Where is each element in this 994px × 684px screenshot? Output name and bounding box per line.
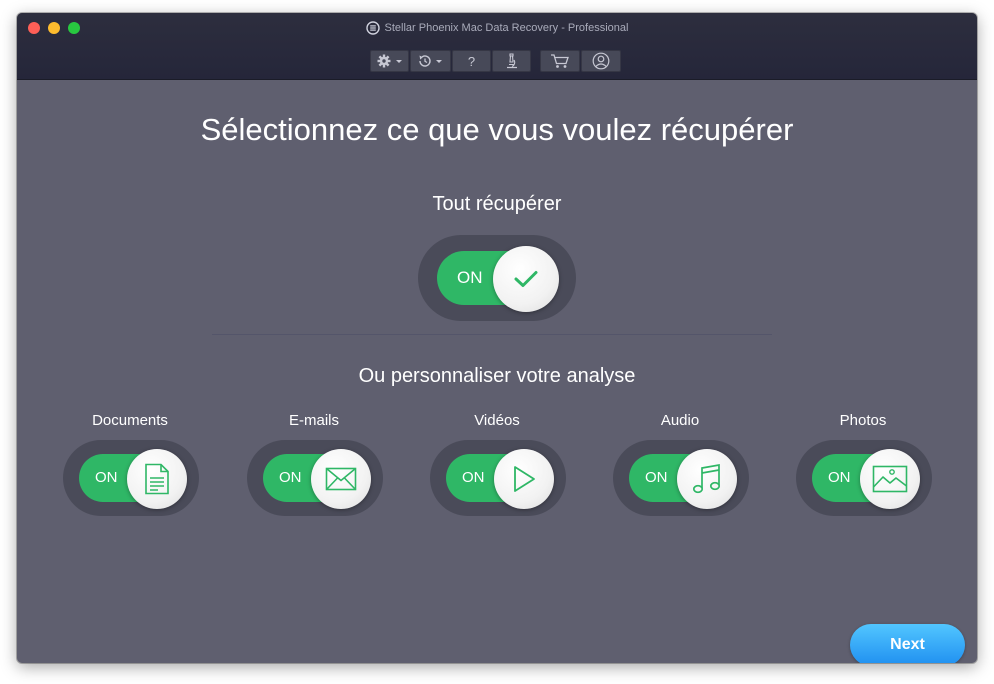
audio-toggle[interactable]: ON <box>613 440 749 516</box>
title-bar: Stellar Phoenix Mac Data Recovery - Prof… <box>17 13 977 80</box>
music-note-icon <box>692 463 721 494</box>
photos-toggle[interactable]: ON <box>796 440 932 516</box>
cart-button[interactable] <box>540 50 580 72</box>
window-title: Stellar Phoenix Mac Data Recovery - Prof… <box>17 20 977 36</box>
recover-all-toggle[interactable]: ON <box>418 235 576 321</box>
checkmark-icon <box>514 271 538 287</box>
documents-toggle[interactable]: ON <box>63 440 199 516</box>
emails-toggle[interactable]: ON <box>247 440 383 516</box>
recover-all-toggle-state: ON <box>457 268 483 287</box>
page-title: Sélectionnez ce que vous voulez récupére… <box>200 112 794 147</box>
customize-scan-label: Ou personnaliser votre analyse <box>358 365 636 387</box>
window-title-text: Stellar Phoenix Mac Data Recovery - Prof… <box>384 22 629 35</box>
microscope-button[interactable] <box>492 50 531 72</box>
toggle-state: ON <box>279 469 302 486</box>
gear-icon <box>377 54 402 68</box>
microscope-icon <box>506 53 517 69</box>
section-divider <box>212 334 772 335</box>
toggle-state: ON <box>828 469 851 486</box>
category-label: Vidéos <box>474 412 520 429</box>
main-content: Sélectionnez ce que vous voulez récupére… <box>17 80 977 663</box>
picture-icon <box>872 465 908 493</box>
category-label: Photos <box>839 412 887 429</box>
settings-button[interactable] <box>370 50 409 72</box>
toggle-knob <box>127 449 187 509</box>
recover-all-label: Tout récupérer <box>432 193 562 215</box>
toggle-knob <box>677 449 737 509</box>
toggle-knob <box>860 449 920 509</box>
help-button[interactable]: ? <box>452 50 491 72</box>
chevron-down-icon <box>395 60 402 63</box>
category-label: E-mails <box>288 412 339 429</box>
play-icon <box>514 466 535 492</box>
account-button[interactable] <box>581 50 621 72</box>
help-icon: ? <box>467 53 476 69</box>
cart-icon <box>551 54 569 68</box>
history-icon <box>418 55 442 67</box>
toggle-knob <box>494 449 554 509</box>
next-button[interactable]: Next <box>850 624 965 663</box>
app-logo-icon <box>365 21 380 35</box>
app-window: Stellar Phoenix Mac Data Recovery - Prof… <box>17 13 977 663</box>
document-icon <box>145 463 169 495</box>
history-button[interactable] <box>410 50 451 72</box>
category-label: Audio <box>660 412 700 429</box>
chevron-down-icon <box>435 60 442 63</box>
user-icon <box>592 52 610 70</box>
category-label: Documents <box>92 412 168 429</box>
envelope-icon <box>325 467 357 491</box>
toggle-state: ON <box>462 469 485 486</box>
toggle-knob <box>311 449 371 509</box>
recover-all-toggle-knob <box>493 246 559 312</box>
videos-toggle[interactable]: ON <box>430 440 566 516</box>
toggle-state: ON <box>95 469 118 486</box>
toggle-state: ON <box>645 469 668 486</box>
